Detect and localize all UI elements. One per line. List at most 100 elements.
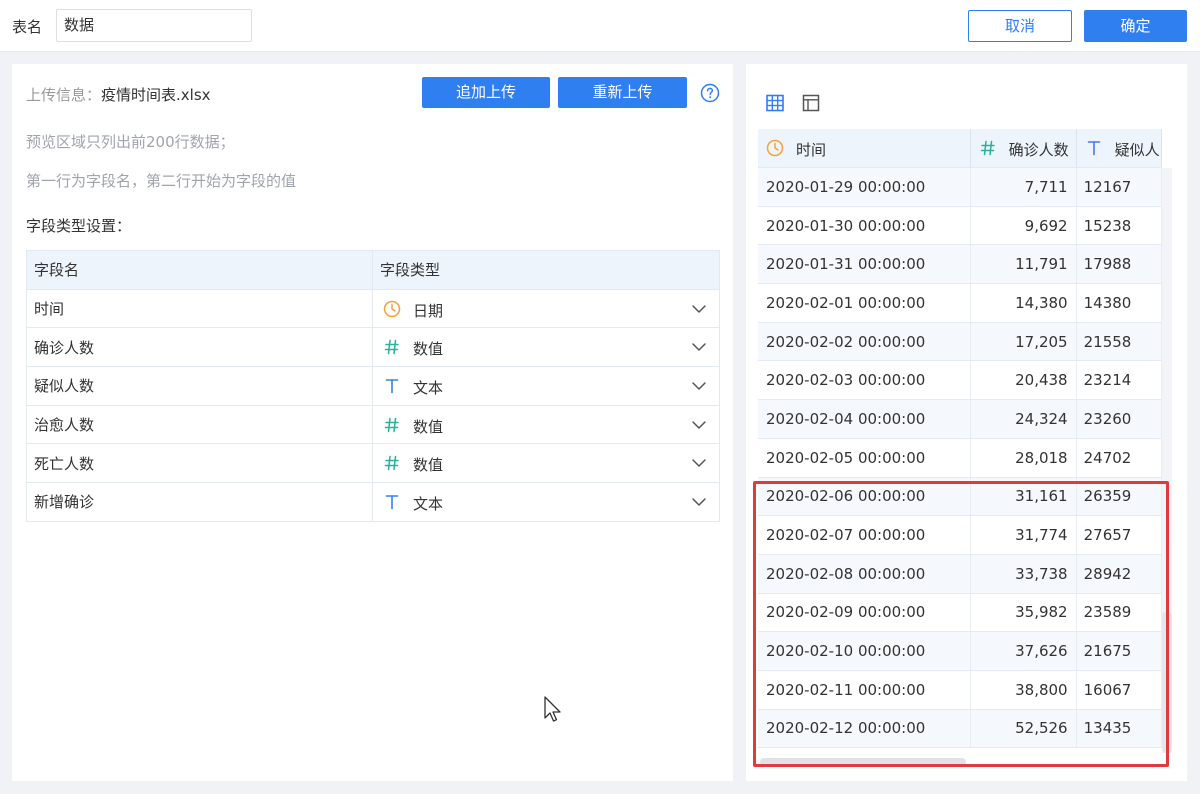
field-type-section-title: 字段类型设置：: [26, 217, 132, 235]
preview-row: 2020-02-10 00:00:00 37,626 21675: [758, 631, 1162, 671]
preview-cell: 14,380: [970, 283, 1077, 323]
preview-column-header[interactable]: 时间: [758, 129, 971, 168]
field-type-value: 数值: [413, 340, 444, 359]
field-type-select[interactable]: 数值: [372, 327, 720, 368]
preview-cell: 31,774: [970, 515, 1077, 555]
clock-icon: [766, 139, 784, 157]
preview-cell: 27657: [1076, 515, 1162, 555]
field-type-header: 字段类型: [372, 250, 720, 290]
field-settings-panel: 上传信息：疫情时间表.xlsx 追加上传 重新上传 预览区域只列出前200行数据…: [12, 64, 733, 781]
preview-column-header[interactable]: 疑似人: [1076, 129, 1162, 168]
reupload-button[interactable]: 重新上传: [558, 77, 687, 108]
preview-cell: 24702: [1076, 438, 1162, 478]
field-name-cell: 新增确诊: [26, 482, 373, 522]
preview-cell: 26359: [1076, 477, 1162, 517]
preview-cell: 37,626: [970, 631, 1077, 671]
first-row-hint: 第一行为字段名，第二行开始为字段的值: [26, 172, 297, 190]
preview-cell: 2020-02-07 00:00:00: [758, 515, 971, 555]
chevron-down-icon[interactable]: [691, 495, 707, 509]
preview-cell: 2020-02-09 00:00:00: [758, 593, 971, 633]
preview-cell: 24,324: [970, 399, 1077, 439]
data-preview-panel: 时间 确诊人数 疑似人 2020-01-29 00:00:00 7,711 12167 2…: [746, 64, 1187, 781]
preview-column-header[interactable]: 确诊人数: [970, 129, 1077, 168]
field-type-select[interactable]: 数值: [372, 404, 720, 445]
preview-cell: 38,800: [970, 670, 1077, 710]
preview-row: 2020-02-12 00:00:00 52,526 13435: [758, 709, 1162, 749]
preview-row: 2020-02-01 00:00:00 14,380 14380: [758, 283, 1162, 323]
vertical-scrollbar-thumb[interactable]: [1162, 612, 1172, 753]
confirm-button[interactable]: 确定: [1084, 10, 1187, 42]
preview-cell: 13435: [1076, 709, 1162, 749]
preview-cell: 2020-01-31 00:00:00: [758, 244, 971, 285]
field-row: 治愈人数 数值: [26, 404, 720, 445]
preview-cell: 20,438: [970, 360, 1077, 401]
field-name-cell: 死亡人数: [26, 443, 373, 484]
field-row: 时间 日期: [26, 288, 720, 329]
upload-file-name: 疫情时间表.xlsx: [101, 86, 211, 104]
help-icon[interactable]: [700, 83, 720, 103]
chevron-down-icon[interactable]: [691, 379, 707, 393]
chevron-down-icon[interactable]: [691, 302, 707, 316]
chevron-down-icon[interactable]: [691, 340, 707, 354]
horizontal-scrollbar-thumb[interactable]: [760, 758, 966, 766]
mouse-cursor-icon: [544, 696, 561, 722]
preview-cell: 23260: [1076, 399, 1162, 439]
preview-cell: 2020-02-04 00:00:00: [758, 399, 971, 439]
preview-cell: 2020-01-29 00:00:00: [758, 167, 971, 207]
hash-icon: [383, 338, 401, 356]
hash-icon: [979, 139, 997, 157]
table-name-label: 表名: [12, 18, 43, 36]
preview-cell: 17988: [1076, 244, 1162, 285]
field-type-table: 字段名 字段类型 时间 日期 确诊人数 数值 疑似人数 文本 治愈人数 数值 死亡人数 数值 新增确…: [26, 250, 720, 522]
preview-row: 2020-02-11 00:00:00 38,800 16067: [758, 670, 1162, 710]
preview-cell: 2020-02-01 00:00:00: [758, 283, 971, 323]
text-t-icon: [383, 377, 401, 395]
field-type-select[interactable]: 日期: [372, 288, 720, 329]
field-row: 新增确诊 文本: [26, 482, 720, 522]
table-view-icon[interactable]: [765, 93, 785, 113]
preview-cell: 2020-02-11 00:00:00: [758, 670, 971, 710]
preview-cell: 15238: [1076, 206, 1162, 246]
chevron-down-icon[interactable]: [691, 418, 707, 432]
field-type-select[interactable]: 文本: [372, 366, 720, 406]
preview-cell: 16067: [1076, 670, 1162, 710]
preview-row: 2020-01-30 00:00:00 9,692 15238: [758, 206, 1162, 246]
preview-row: 2020-02-07 00:00:00 31,774 27657: [758, 515, 1162, 555]
text-t-icon: [1085, 139, 1103, 157]
field-row: 死亡人数 数值: [26, 443, 720, 484]
column-header-label: 疑似人: [1114, 141, 1160, 159]
preview-cell: 23214: [1076, 360, 1162, 401]
preview-cell: 7,711: [970, 167, 1077, 207]
preview-row: 2020-02-05 00:00:00 28,018 24702: [758, 438, 1162, 478]
field-type-select[interactable]: 文本: [372, 482, 720, 522]
text-t-icon: [383, 493, 401, 511]
preview-row: 2020-02-09 00:00:00 35,982 23589: [758, 593, 1162, 633]
hash-icon: [383, 454, 401, 472]
preview-cell: 23589: [1076, 593, 1162, 633]
preview-cell: 2020-02-02 00:00:00: [758, 322, 971, 362]
hash-icon: [383, 416, 401, 434]
preview-cell: 12167: [1076, 167, 1162, 207]
layout-view-icon[interactable]: [801, 93, 821, 113]
preview-row: 2020-02-08 00:00:00 33,738 28942: [758, 554, 1162, 594]
preview-cell: 2020-02-03 00:00:00: [758, 360, 971, 401]
preview-row: 2020-02-06 00:00:00 31,161 26359: [758, 477, 1162, 517]
field-row: 疑似人数 文本: [26, 366, 720, 406]
preview-cell: 2020-02-10 00:00:00: [758, 631, 971, 671]
preview-cell: 31,161: [970, 477, 1077, 517]
table-name-input[interactable]: 数据: [56, 9, 252, 42]
preview-grid[interactable]: 时间 确诊人数 疑似人 2020-01-29 00:00:00 7,711 12167 2…: [758, 129, 1162, 769]
preview-row: 2020-02-03 00:00:00 20,438 23214: [758, 360, 1162, 401]
append-upload-button[interactable]: 追加上传: [422, 77, 550, 108]
preview-cell: 14380: [1076, 283, 1162, 323]
field-type-select[interactable]: 数值: [372, 443, 720, 484]
chevron-down-icon[interactable]: [691, 456, 707, 470]
field-type-value: 日期: [413, 301, 444, 320]
preview-cell: 28942: [1076, 554, 1162, 594]
preview-cell: 2020-02-06 00:00:00: [758, 477, 971, 517]
field-table-header-row: 字段名 字段类型: [26, 250, 720, 290]
preview-cell: 2020-01-30 00:00:00: [758, 206, 971, 246]
preview-table: 时间 确诊人数 疑似人 2020-01-29 00:00:00 7,711 12167 2…: [758, 129, 1162, 749]
cancel-button[interactable]: 取消: [968, 10, 1072, 42]
preview-row: 2020-01-29 00:00:00 7,711 12167: [758, 167, 1162, 207]
